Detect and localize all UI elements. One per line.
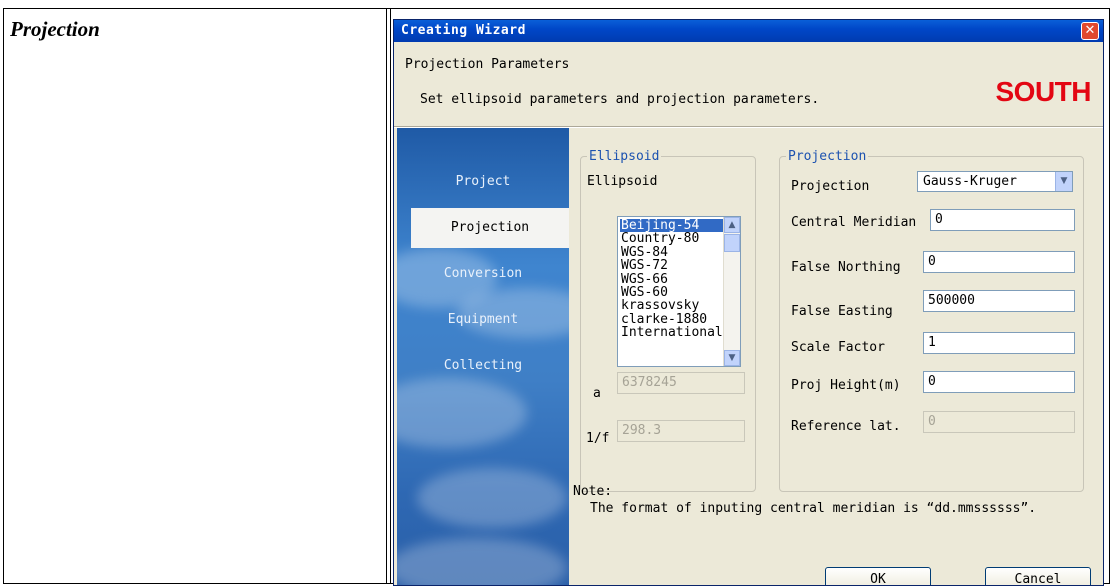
note-title: Note: <box>573 484 613 499</box>
list-item[interactable]: Beijing-54 <box>620 219 723 233</box>
projection-group: Projection <box>779 149 1084 492</box>
table-divider <box>386 9 387 583</box>
creating-wizard-dialog: Creating Wizard ✕ Projection Parameters … <box>393 19 1104 586</box>
close-icon: ✕ <box>1084 23 1096 38</box>
reference-lat-label: Reference lat. <box>791 419 901 434</box>
false-easting-label: False Easting <box>791 304 893 319</box>
list-item[interactable]: WGS-84 <box>620 246 723 259</box>
list-item[interactable]: Country-80 <box>620 232 723 245</box>
list-item[interactable]: International <box>620 326 723 339</box>
wizard-sidebar: Project Projection Conversion Equipment … <box>397 128 569 585</box>
nav-project[interactable]: Project <box>397 162 569 202</box>
ellipsoid-group-title: Ellipsoid <box>587 149 662 164</box>
chevron-down-icon[interactable]: ▼ <box>1055 172 1072 191</box>
listbox-scrollbar[interactable]: ▲ ▼ <box>723 217 740 366</box>
proj-height-field[interactable]: 0 <box>923 371 1075 393</box>
projection-type-label: Projection <box>791 179 870 194</box>
projection-type-select[interactable]: Gauss-Kruger ▼ <box>917 171 1073 192</box>
false-northing-label: False Northing <box>791 260 901 275</box>
projection-type-value: Gauss-Kruger <box>923 174 1017 189</box>
false-easting-field[interactable]: 500000 <box>923 290 1075 312</box>
a-field[interactable]: 6378245 <box>617 372 745 394</box>
scroll-down-icon[interactable]: ▼ <box>724 350 740 366</box>
f-label: 1/f <box>586 431 610 446</box>
list-item[interactable]: krassovsky <box>620 299 723 312</box>
scale-factor-field[interactable]: 1 <box>923 332 1075 354</box>
wizard-header: Projection Parameters Set ellipsoid para… <box>394 42 1103 128</box>
a-label: a <box>593 386 601 401</box>
proj-height-label: Proj Height(m) <box>791 378 901 393</box>
list-item[interactable]: clarke-1880 <box>620 313 723 326</box>
f-field[interactable]: 298.3 <box>617 420 745 442</box>
nav-collecting[interactable]: Collecting <box>397 346 569 386</box>
ellipsoid-label: Ellipsoid <box>587 174 658 189</box>
table-divider <box>390 9 391 583</box>
scroll-thumb[interactable] <box>724 234 740 252</box>
nav-equipment[interactable]: Equipment <box>397 300 569 340</box>
cancel-button[interactable]: Cancel <box>985 567 1091 585</box>
reference-lat-field[interactable]: 0 <box>923 411 1075 433</box>
scroll-up-icon[interactable]: ▲ <box>724 217 740 233</box>
central-meridian-label: Central Meridian <box>791 215 917 230</box>
scale-factor-label: Scale Factor <box>791 340 885 355</box>
list-item[interactable]: WGS-72 <box>620 259 723 272</box>
list-item[interactable]: WGS-60 <box>620 286 723 299</box>
step-subtitle: Set ellipsoid parameters and projection … <box>420 92 820 107</box>
list-item[interactable]: WGS-66 <box>620 273 723 286</box>
row-label: Projection <box>10 17 100 41</box>
close-button[interactable]: ✕ <box>1081 22 1099 40</box>
note-text: The format of inputing central meridian … <box>590 501 1037 516</box>
projection-group-title: Projection <box>786 149 869 164</box>
nav-projection[interactable]: Projection <box>411 208 569 248</box>
central-meridian-field[interactable]: 0 <box>930 209 1075 231</box>
title-bar[interactable]: Creating Wizard ✕ <box>394 20 1103 42</box>
step-title: Projection Parameters <box>405 57 570 72</box>
window-title: Creating Wizard <box>401 23 526 38</box>
false-northing-field[interactable]: 0 <box>923 251 1075 273</box>
nav-conversion[interactable]: Conversion <box>397 254 569 294</box>
ok-button[interactable]: OK <box>825 567 931 585</box>
south-logo: SOUTH <box>995 76 1092 107</box>
ellipsoid-listbox[interactable]: Beijing-54 Country-80 WGS-84 WGS-72 WGS-… <box>617 216 741 367</box>
